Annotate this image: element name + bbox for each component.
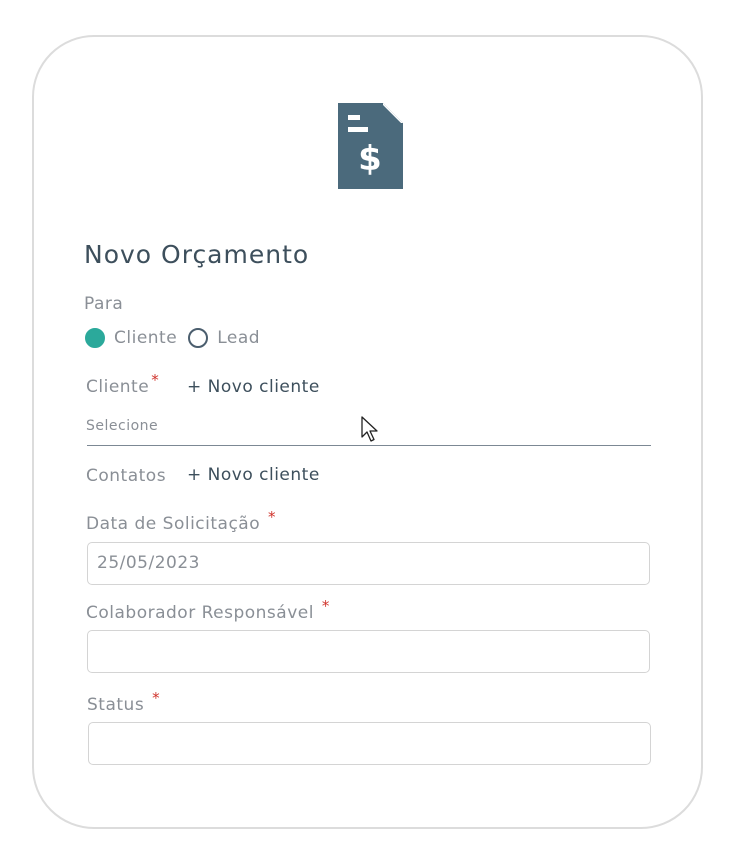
required-marker: * xyxy=(321,597,330,615)
radio-lead-label[interactable]: Lead xyxy=(217,328,260,348)
required-marker: * xyxy=(152,689,161,707)
colaborador-input[interactable] xyxy=(87,630,650,673)
contatos-label: Contatos xyxy=(86,466,167,486)
invoice-dollar-icon: $ xyxy=(338,103,403,189)
required-marker: * xyxy=(151,371,160,389)
colaborador-label: Colaborador Responsável * xyxy=(86,597,330,623)
status-input[interactable] xyxy=(88,722,651,765)
recipient-radio-group: Cliente Lead xyxy=(85,328,271,348)
page-title: Novo Orçamento xyxy=(84,240,310,269)
data-solicitacao-label: Data de Solicitação * xyxy=(86,508,276,534)
cliente-label: Cliente * xyxy=(86,371,159,397)
cliente-select-underline xyxy=(87,445,651,446)
cliente-select[interactable]: Selecione xyxy=(86,418,158,434)
required-marker: * xyxy=(268,508,277,526)
contatos-novo-cliente-link[interactable]: + Novo cliente xyxy=(187,465,320,485)
mouse-pointer-icon xyxy=(361,416,378,442)
status-label: Status * xyxy=(87,689,160,715)
radio-lead[interactable] xyxy=(188,328,209,348)
svg-text:$: $ xyxy=(358,139,382,179)
data-solicitacao-label-text: Data de Solicitação xyxy=(86,514,261,534)
radio-cliente[interactable] xyxy=(85,328,105,348)
cliente-label-text: Cliente xyxy=(86,377,150,397)
status-label-text: Status xyxy=(87,695,145,715)
para-label: Para xyxy=(84,294,124,314)
colaborador-label-text: Colaborador Responsável xyxy=(86,603,314,623)
radio-cliente-label[interactable]: Cliente xyxy=(114,328,177,348)
novo-cliente-link[interactable]: + Novo cliente xyxy=(187,377,320,397)
data-solicitacao-input[interactable]: 25/05/2023 xyxy=(87,542,650,585)
